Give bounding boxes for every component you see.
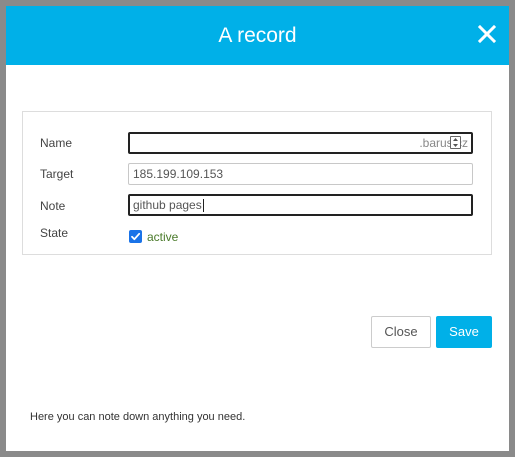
text-caret [202,199,204,213]
note-field-value: github pages [133,198,202,212]
target-label: Target [40,167,74,181]
state-label: State [40,226,69,240]
target-field[interactable]: 185.199.109.153 [128,163,473,185]
active-checkbox[interactable] [129,230,142,243]
note-label: Note [40,199,66,213]
save-button[interactable]: Save [436,316,492,348]
target-field-value: 185.199.109.153 [133,167,224,181]
note-field[interactable]: github pages [128,194,473,216]
dialog-header: A record [6,6,509,65]
close-icon[interactable] [474,21,500,47]
active-checkbox-label[interactable]: active [147,230,178,244]
a-record-dialog: A record Name .barus.cz Target 185.199.1… [6,6,509,451]
dialog-title: A record [218,24,297,47]
close-button[interactable]: Close [371,316,431,348]
record-form: Name .barus.cz Target 185.199.109.153 No… [22,111,492,255]
name-field[interactable]: .barus.cz [128,132,473,154]
help-text: Here you can note down anything you need… [30,411,246,423]
name-label: Name [40,136,73,150]
stepper-icon[interactable] [450,136,461,149]
